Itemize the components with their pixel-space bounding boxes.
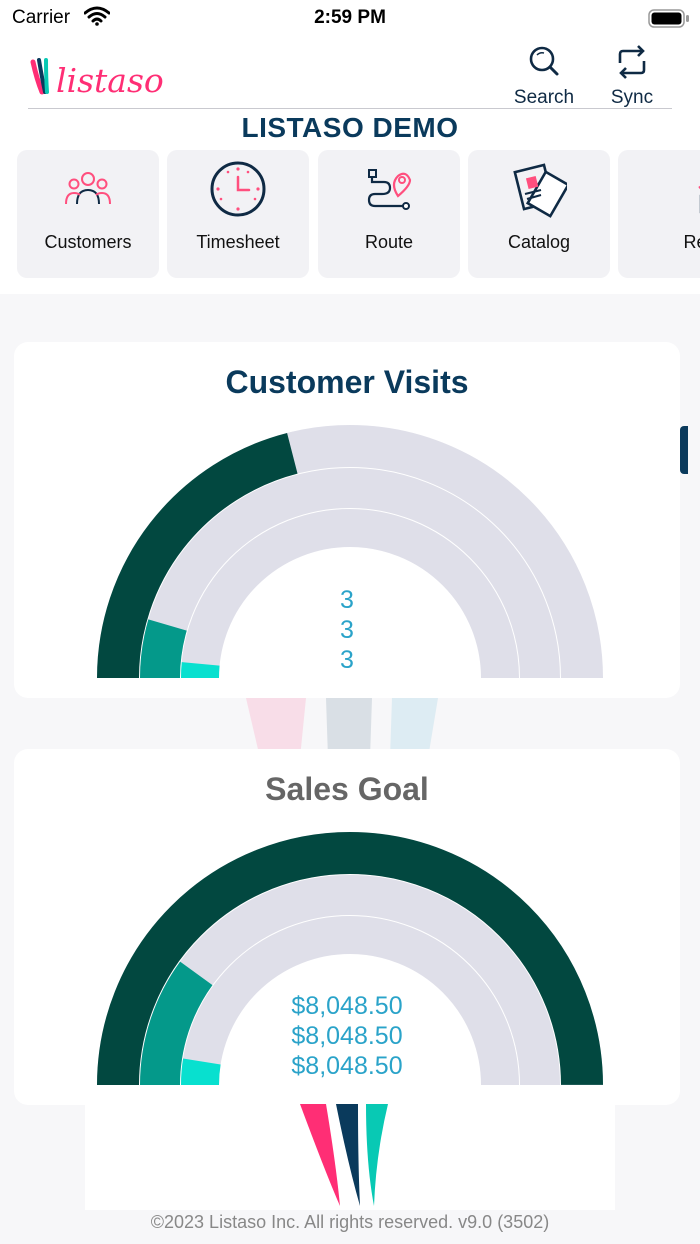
tile-customers[interactable]: Customers [17, 150, 159, 278]
brand-mark-logo [300, 1104, 388, 1206]
tile-customers-label: Customers [44, 232, 132, 252]
logo-text: listaso [56, 61, 164, 100]
tile-catalog[interactable]: Catalog [468, 150, 610, 278]
visits-value-outer: 3 [340, 586, 354, 614]
footer-copyright: ©2023 Listaso Inc. All rights reserved. … [150, 1212, 550, 1232]
sales-value-inner: $8,048.50 [291, 1052, 403, 1080]
search-icon [529, 46, 559, 76]
clock-icon [210, 161, 266, 217]
catalog-icon [513, 163, 571, 218]
page-title: LISTASO DEMO [241, 112, 459, 143]
status-bar: Carrier 2:59 PM [0, 0, 700, 36]
search-button[interactable]: Search [504, 44, 584, 109]
users-icon [65, 172, 111, 205]
listaso-logo: listaso [30, 58, 164, 100]
search-label: Search [513, 87, 575, 108]
tile-reports[interactable]: Repo [618, 150, 700, 278]
sales-value-middle: $8,048.50 [291, 1022, 403, 1050]
visits-value-inner: 3 [340, 646, 354, 674]
sync-button[interactable]: Sync [592, 44, 672, 109]
customer-visits-card: Customer Visits 3 3 3 [14, 342, 680, 698]
reports-icon [698, 185, 700, 214]
tile-timesheet[interactable]: Timesheet [167, 150, 309, 278]
sync-icon [618, 45, 646, 79]
module-tiles: Customers Timesheet Route Catalog R [17, 150, 700, 280]
tile-catalog-label: Catalog [507, 232, 571, 252]
sales-goal-values: $8,048.50 $8,048.50 $8,048.50 [14, 991, 680, 1081]
battery-icon [648, 9, 689, 28]
status-time: 2:59 PM [314, 7, 386, 28]
sync-label: Sync [610, 87, 654, 108]
sales-goal-card: Sales Goal $8,048.50 $8,048.50 $8,048.50 [14, 749, 680, 1105]
header-divider [28, 108, 672, 109]
tile-route-label: Route [364, 232, 414, 252]
route-icon [367, 169, 412, 210]
visits-value-middle: 3 [340, 616, 354, 644]
customer-visits-values: 3 3 3 [14, 585, 680, 675]
sales-value-outer: $8,048.50 [291, 992, 403, 1020]
tile-reports-label: Repo [683, 232, 700, 252]
tile-timesheet-label: Timesheet [196, 232, 280, 252]
side-drawer-handle[interactable] [680, 426, 688, 474]
tile-route[interactable]: Route [318, 150, 460, 278]
